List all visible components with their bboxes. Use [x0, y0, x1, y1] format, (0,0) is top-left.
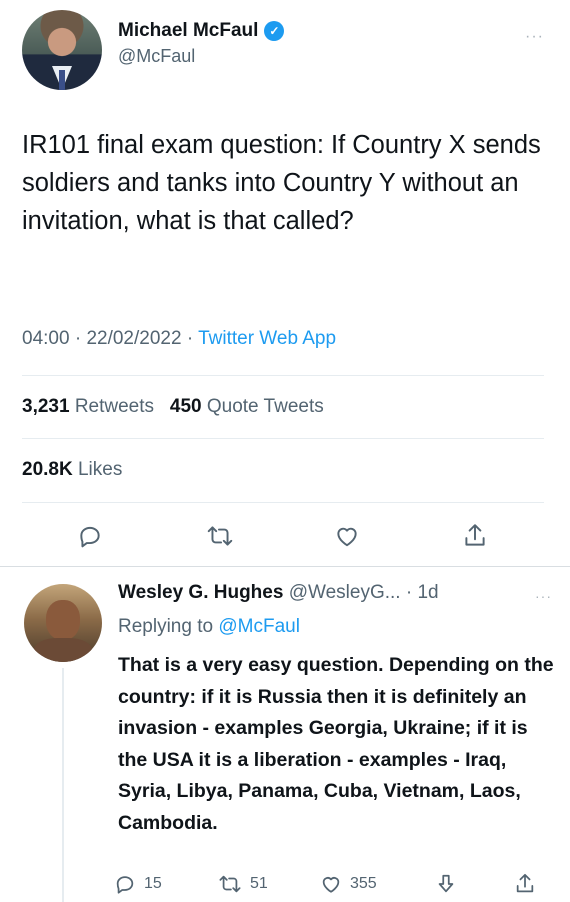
- like-icon: [322, 877, 340, 893]
- tweet-date[interactable]: 22/02/2022: [86, 328, 181, 349]
- author-name[interactable]: Michael McFaul: [118, 20, 258, 42]
- divider: [22, 502, 544, 503]
- retweet-icon: [207, 526, 233, 546]
- reply-count: 15: [144, 875, 162, 892]
- retweet-icon: [219, 875, 241, 893]
- section-divider: [0, 566, 570, 567]
- reply-text: That is a very easy question. Depending …: [118, 654, 554, 834]
- tweet-time[interactable]: 04:00: [22, 328, 70, 349]
- downvote-icon: [438, 874, 454, 893]
- share-icon: [465, 524, 485, 546]
- share-icon: [516, 873, 534, 893]
- divider: [22, 375, 544, 376]
- retweet-stats: 3,231 Retweets 450 Quote Tweets: [22, 396, 324, 418]
- reply-like-button[interactable]: 355: [320, 870, 377, 898]
- replying-mention[interactable]: @McFaul: [218, 616, 300, 637]
- likes-label: Likes: [77, 459, 123, 480]
- tweet-meta: 04:00 · 22/02/2022 · Twitter Web App: [22, 328, 336, 350]
- author-name-row[interactable]: Michael McFaul ✓: [118, 20, 285, 42]
- author-handle[interactable]: @McFaul: [118, 46, 284, 67]
- reply-avatar[interactable]: [24, 584, 102, 662]
- meta-separator: ·: [74, 328, 82, 349]
- author-block: Michael McFaul ✓ @McFaul: [118, 20, 285, 67]
- reply-button[interactable]: [70, 516, 110, 556]
- share-button[interactable]: [455, 516, 495, 556]
- reply-icon: [116, 876, 134, 894]
- retweet-count: 51: [250, 875, 268, 892]
- more-dots-icon[interactable]: ···: [525, 28, 544, 46]
- reply-age[interactable]: · 1d: [406, 582, 439, 603]
- reply-author-handle[interactable]: @WesleyG...: [289, 582, 401, 603]
- reply-actions: 15 51 355: [114, 870, 554, 898]
- tweet-source[interactable]: Twitter Web App: [198, 328, 336, 349]
- quotes-link[interactable]: 450 Quote Tweets: [170, 396, 324, 417]
- meta-separator: ·: [186, 328, 194, 349]
- reply-share-button[interactable]: [514, 870, 536, 898]
- reply-header: Wesley G. Hughes @WesleyG... · 1d: [118, 582, 439, 604]
- verified-badge-icon: ✓: [264, 21, 285, 41]
- reply-downvote-button[interactable]: [436, 870, 456, 898]
- retweet-button[interactable]: [200, 516, 240, 556]
- reply-retweet-button[interactable]: 51: [218, 870, 268, 898]
- author-avatar[interactable]: [22, 10, 102, 90]
- more-dots-icon[interactable]: ···: [535, 588, 552, 604]
- likes-stats: 20.8K Likes: [22, 459, 122, 481]
- divider: [22, 438, 544, 439]
- replying-to: Replying to @McFaul: [118, 616, 300, 638]
- retweets-link[interactable]: 3,231 Retweets: [22, 396, 154, 417]
- thread-line: [62, 668, 64, 902]
- reply-author-name[interactable]: Wesley G. Hughes: [118, 582, 283, 603]
- like-count: 355: [350, 875, 377, 892]
- likes-count: 20.8K: [22, 459, 73, 480]
- reply-reply-button[interactable]: 15: [114, 870, 162, 898]
- likes-link[interactable]: 20.8K Likes: [22, 459, 122, 480]
- retweets-label: Retweets: [74, 396, 155, 417]
- tweet-text: IR101 final exam question: If Country X …: [22, 131, 541, 235]
- quotes-count: 450: [169, 396, 202, 417]
- quotes-label: Quote Tweets: [206, 396, 324, 417]
- tweet-actions: [22, 516, 544, 560]
- like-icon: [337, 527, 357, 547]
- retweets-count: 3,231: [22, 396, 70, 417]
- tweet-header: Michael McFaul ✓ @McFaul ···: [22, 10, 552, 90]
- like-button[interactable]: [327, 516, 367, 556]
- reply-icon: [80, 526, 100, 548]
- replying-prefix: Replying to: [118, 616, 214, 637]
